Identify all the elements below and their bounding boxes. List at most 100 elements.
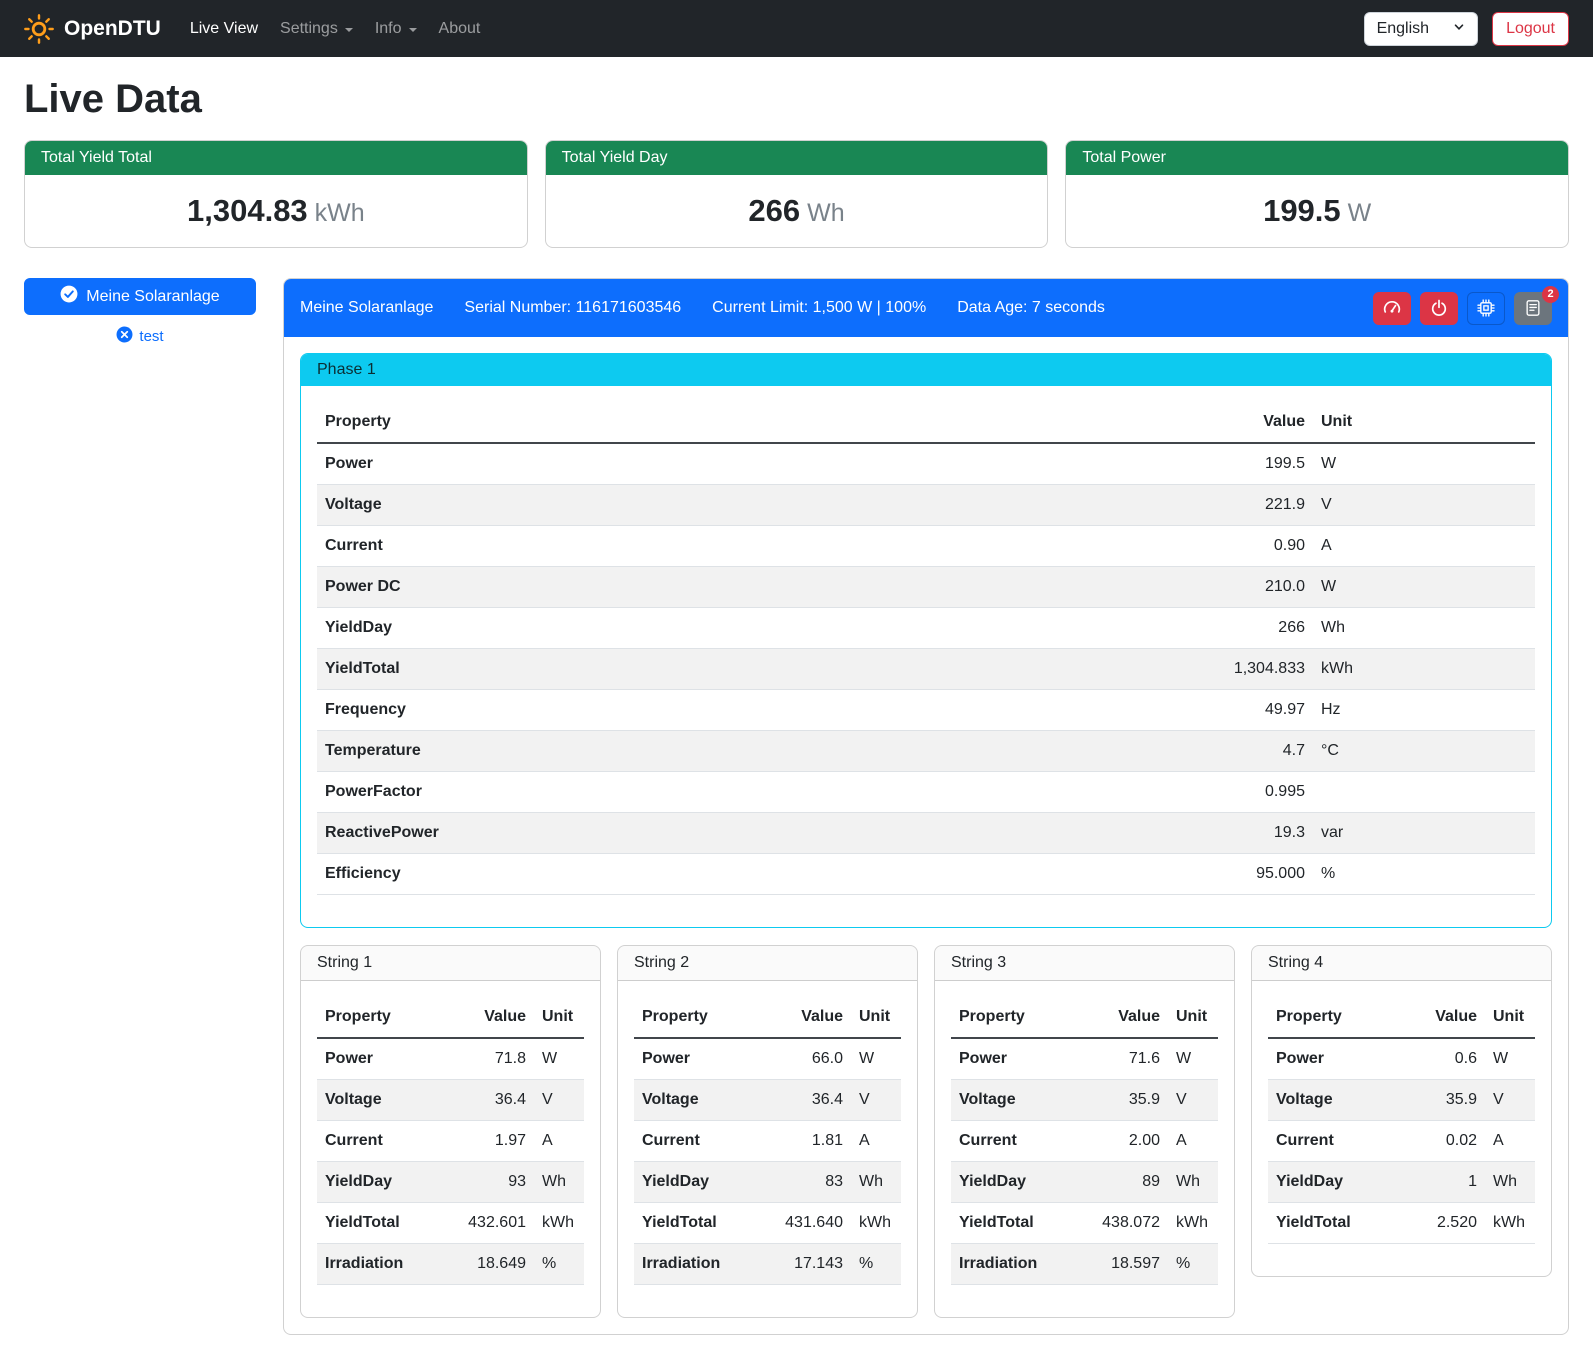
nav-item-live-view[interactable]: Live View [179, 12, 269, 46]
row-unit: kWh [534, 1203, 584, 1244]
column-value: Value [458, 997, 534, 1038]
x-circle-icon [116, 326, 133, 347]
string-body: Property Value Unit Power [618, 981, 917, 1317]
row-unit: A [851, 1121, 901, 1162]
row-value: 1 [1409, 1162, 1485, 1203]
row-property: Voltage [951, 1080, 1092, 1121]
summary-card-title: Total Yield Total [25, 141, 527, 175]
table-row: Voltage 36.4 V [634, 1080, 901, 1121]
brand[interactable]: OpenDTU [24, 14, 161, 44]
string-title: String 4 [1252, 946, 1551, 981]
row-unit: V [1313, 485, 1535, 526]
row-unit: V [534, 1080, 584, 1121]
row-unit: % [1168, 1244, 1218, 1285]
row-property: YieldTotal [317, 1203, 458, 1244]
string-title: String 2 [618, 946, 917, 981]
table-row: YieldDay 89 Wh [951, 1162, 1218, 1203]
table-row: YieldDay 1 Wh [1268, 1162, 1535, 1203]
row-property: Current [951, 1121, 1092, 1162]
power-toggle-button[interactable] [1420, 292, 1458, 325]
inverter-button-test[interactable]: test [116, 326, 163, 347]
row-property: Power DC [317, 567, 1193, 608]
table-row: Current 1.81 A [634, 1121, 901, 1162]
string-body: Property Value Unit Power [935, 981, 1234, 1317]
row-value: 66.0 [775, 1038, 851, 1080]
table-header-row: Property Value Unit [1268, 997, 1535, 1038]
inverter-button-selected[interactable]: Meine Solaranlage [24, 278, 256, 315]
row-unit: Hz [1313, 690, 1535, 731]
string-card-4: String 4 Property Value Unit [1251, 945, 1552, 1277]
language-select[interactable]: English [1364, 12, 1478, 46]
event-log-button[interactable]: 2 [1514, 292, 1552, 325]
row-property: Power [317, 1038, 458, 1080]
table-row: YieldTotal 2.520 kWh [1268, 1203, 1535, 1244]
table-row: YieldDay 93 Wh [317, 1162, 584, 1203]
navbar-right: English Logout [1364, 12, 1569, 46]
row-property: YieldDay [634, 1162, 775, 1203]
inverter-panel: Meine Solaranlage Serial Number: 1161716… [283, 278, 1569, 1335]
row-property: YieldDay [317, 1162, 458, 1203]
inverter-panel-body: Phase 1 Property Value Unit [284, 337, 1568, 1334]
nav-item-settings[interactable]: Settings [269, 12, 364, 46]
summary-card-value: 199.5 [1263, 193, 1341, 228]
row-unit: W [851, 1038, 901, 1080]
column-property: Property [317, 402, 1193, 443]
table-row: Power 66.0 W [634, 1038, 901, 1080]
table-row: Voltage 35.9 V [1268, 1080, 1535, 1121]
table-row: Power 71.6 W [951, 1038, 1218, 1080]
row-value: 266 [1193, 608, 1313, 649]
row-value: 0.6 [1409, 1038, 1485, 1080]
row-property: YieldTotal [1268, 1203, 1409, 1244]
strings-row: String 1 Property Value Unit [300, 945, 1552, 1318]
table-header-row: Property Value Unit [951, 997, 1218, 1038]
column-value: Value [1409, 997, 1485, 1038]
phase-table: Property Value Unit Power [317, 402, 1535, 895]
nav-item-settings-label: Settings [280, 20, 338, 38]
string-body: Property Value Unit Power [1252, 981, 1551, 1276]
row-value: 0.90 [1193, 526, 1313, 567]
phase-body: Property Value Unit Power [301, 386, 1551, 927]
check-circle-icon [60, 285, 78, 308]
row-unit: kWh [1485, 1203, 1535, 1244]
inverter-current-limit: Current Limit: 1,500 W | 100% [712, 299, 926, 317]
row-unit: A [534, 1121, 584, 1162]
inverter-info-button[interactable] [1467, 292, 1505, 325]
table-row: Frequency 49.97 Hz [317, 690, 1535, 731]
column-value: Value [1092, 997, 1168, 1038]
summary-card-body: 266Wh [546, 175, 1048, 247]
column-unit: Unit [1485, 997, 1535, 1038]
string-card-1: String 1 Property Value Unit [300, 945, 601, 1318]
row-unit [1313, 772, 1535, 813]
string-title: String 1 [301, 946, 600, 981]
row-unit: var [1313, 813, 1535, 854]
journal-text-icon [1524, 299, 1542, 317]
sun-icon [24, 14, 54, 44]
row-property: Frequency [317, 690, 1193, 731]
speedometer-icon [1383, 299, 1401, 317]
table-header-row: Property Value Unit [317, 997, 584, 1038]
string-table: Property Value Unit Power [634, 997, 901, 1285]
row-unit: kWh [851, 1203, 901, 1244]
row-unit: Wh [851, 1162, 901, 1203]
show-limit-button[interactable] [1373, 292, 1411, 325]
column-property: Property [317, 997, 458, 1038]
nav-item-info[interactable]: Info [364, 12, 428, 46]
nav-item-about[interactable]: About [428, 12, 492, 46]
row-unit: W [1168, 1038, 1218, 1080]
row-property: Current [1268, 1121, 1409, 1162]
row-value: 18.649 [458, 1244, 534, 1285]
string-card-3: String 3 Property Value Unit [934, 945, 1235, 1318]
row-value: 4.7 [1193, 731, 1313, 772]
table-row: Voltage 35.9 V [951, 1080, 1218, 1121]
inverter-name: Meine Solaranlage [300, 299, 433, 317]
row-value: 210.0 [1193, 567, 1313, 608]
row-property: Voltage [317, 1080, 458, 1121]
row-value: 36.4 [458, 1080, 534, 1121]
row-property: Irradiation [634, 1244, 775, 1285]
row-unit: Wh [1313, 608, 1535, 649]
row-unit: W [1485, 1038, 1535, 1080]
phase-card: Phase 1 Property Value Unit [300, 353, 1552, 928]
summary-card-total-yield-day: Total Yield Day 266Wh [545, 140, 1049, 248]
logout-button[interactable]: Logout [1492, 12, 1569, 46]
column-property: Property [634, 997, 775, 1038]
